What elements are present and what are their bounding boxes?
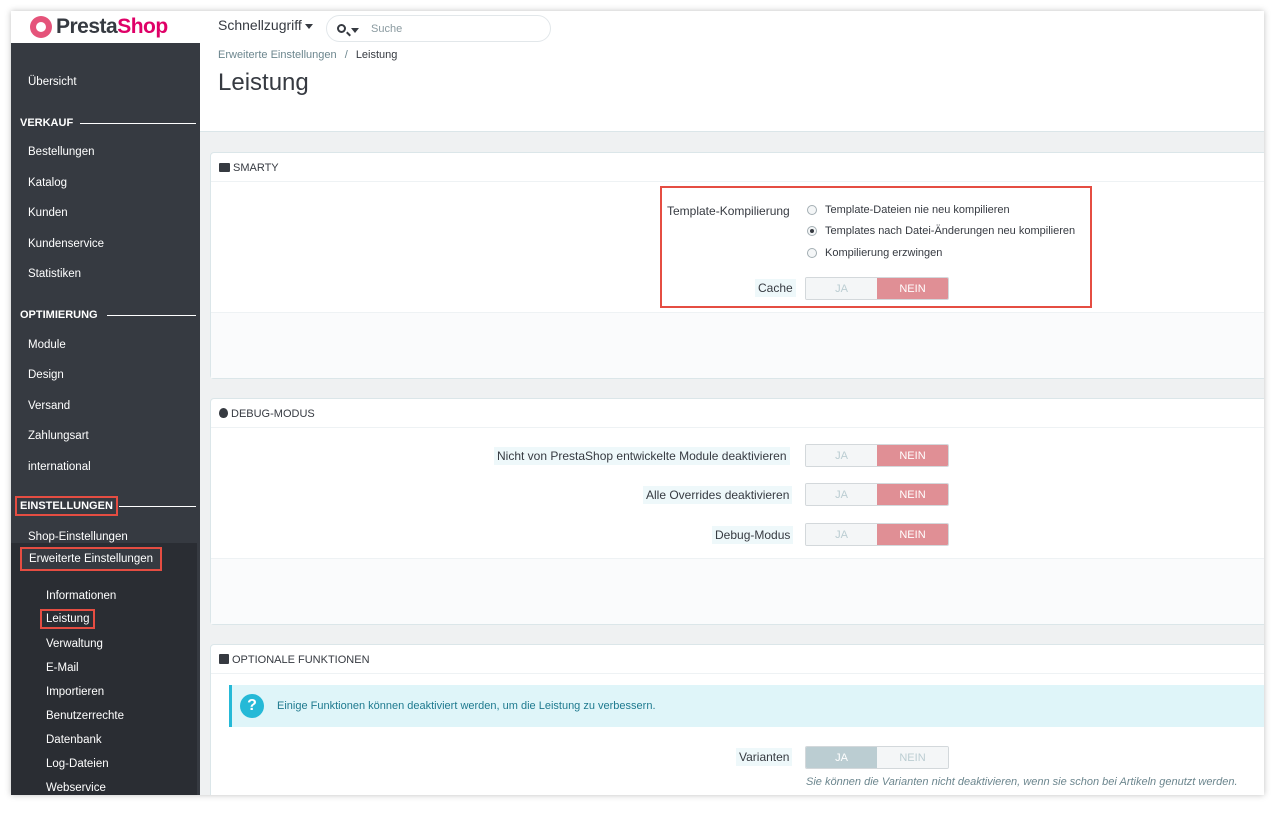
sidebar-subitem-email[interactable]: E-Mail	[46, 662, 79, 674]
switch-yes[interactable]: JA	[806, 445, 877, 466]
logo-bar: PrestaShop	[11, 11, 200, 43]
search-icon[interactable]	[337, 24, 346, 33]
panel-heading: OPTIONALE FUNKTIONEN	[211, 645, 1264, 674]
question-icon: ?	[240, 694, 264, 718]
switch-no[interactable]: NEIN	[877, 747, 948, 768]
panel-smarty: SMARTY Template-Kompilierung Template-Da…	[210, 152, 1264, 379]
switch-yes[interactable]: JA	[806, 747, 877, 768]
sidebar-item-shop-settings[interactable]: Shop-Einstellungen	[28, 531, 128, 543]
sidebar-item-statistics[interactable]: Statistiken	[28, 268, 81, 280]
search-input[interactable]	[371, 20, 541, 38]
switch-no[interactable]: NEIN	[877, 524, 948, 545]
panel-footer	[211, 312, 1264, 378]
search-box	[326, 15, 551, 42]
puzzle-icon	[219, 654, 229, 664]
variants-label: Varianten	[736, 748, 793, 766]
sidebar-item-overview[interactable]: Übersicht	[28, 76, 77, 88]
panel-debug: DEBUG-MODUS Nicht von PrestaShop entwick…	[210, 398, 1264, 625]
label-text: Nicht von PrestaShop entwickelte Module …	[494, 447, 790, 465]
panel-footer	[211, 558, 1264, 624]
sidebar-subitem-administration[interactable]: Verwaltung	[46, 638, 103, 650]
quick-access-label: Schnellzugriff	[218, 17, 302, 33]
section-label: VERKAUF	[20, 117, 74, 129]
sidebar-section-optimize: OPTIMIERUNG	[20, 309, 196, 321]
sidebar-subitem-permissions[interactable]: Benutzerrechte	[46, 710, 124, 722]
sidebar-subitem-import[interactable]: Importieren	[46, 686, 104, 698]
info-text: Einige Funktionen können deaktiviert wer…	[277, 700, 656, 712]
section-label[interactable]: EINSTELLUNGEN	[15, 496, 118, 516]
quick-access-dropdown[interactable]: Schnellzugriff	[218, 17, 313, 33]
sidebar-subitem-performance[interactable]: Leistung	[40, 609, 96, 629]
switch-no[interactable]: NEIN	[877, 445, 948, 466]
highlight-box	[660, 186, 1092, 308]
sidebar-section-settings: EINSTELLUNGEN	[15, 496, 196, 516]
section-divider	[80, 123, 196, 124]
label-text: Varianten	[736, 748, 793, 766]
variants-help-text: Sie können die Varianten nicht deaktivie…	[806, 776, 1238, 788]
briefcase-icon	[219, 163, 230, 172]
section-divider	[107, 315, 196, 316]
sidebar-item-modules[interactable]: Module	[28, 339, 66, 351]
page-title: Leistung	[218, 69, 309, 96]
switch-yes[interactable]: JA	[806, 524, 877, 545]
sidebar-item-international[interactable]: international	[28, 461, 91, 473]
caret-down-icon	[304, 23, 313, 29]
sidebar-item-payment[interactable]: Zahlungsart	[28, 430, 89, 442]
app-window: PrestaShop Übersicht VERKAUF Bestellunge…	[11, 11, 1264, 795]
panel-heading: SMARTY	[211, 153, 1264, 182]
disable-overrides-switch[interactable]: JA NEIN	[805, 483, 949, 506]
info-alert: ? Einige Funktionen können deaktiviert w…	[229, 685, 1264, 727]
debug-mode-switch[interactable]: JA NEIN	[805, 523, 949, 546]
section-divider	[119, 506, 196, 507]
breadcrumb-current: Leistung	[355, 49, 398, 61]
sidebar-item-advanced-settings[interactable]: Erweiterte Einstellungen	[20, 547, 163, 571]
sidebar-item-shipping[interactable]: Versand	[28, 400, 70, 412]
breadcrumb-parent[interactable]: Erweiterte Einstellungen	[218, 49, 337, 61]
panel-title: SMARTY	[233, 162, 279, 174]
panel-heading: DEBUG-MODUS	[211, 399, 1264, 428]
disable-non-native-modules-label: Nicht von PrestaShop entwickelte Module …	[494, 447, 790, 465]
logo[interactable]: PrestaShop	[56, 15, 168, 39]
sidebar: Übersicht VERKAUF Bestellungen Katalog K…	[11, 43, 200, 795]
label-text: Alle Overrides deaktivieren	[643, 486, 793, 504]
sidebar-subitem-logs[interactable]: Log-Dateien	[46, 758, 109, 770]
sidebar-item-orders[interactable]: Bestellungen	[28, 146, 95, 158]
bug-icon	[219, 408, 228, 418]
logo-shop-text: Shop	[117, 15, 168, 38]
debug-mode-label: Debug-Modus	[712, 526, 794, 544]
breadcrumb-separator: /	[344, 49, 348, 61]
sidebar-item-design[interactable]: Design	[28, 369, 64, 381]
logo-presta-text: Presta	[56, 15, 118, 38]
variants-switch[interactable]: JA NEIN	[805, 746, 949, 769]
caret-down-icon[interactable]	[351, 28, 359, 33]
sidebar-subitem-webservice[interactable]: Webservice	[46, 782, 106, 794]
sidebar-subpanel: Informationen Leistung Verwaltung E-Mail…	[11, 543, 197, 795]
breadcrumb: Erweiterte Einstellungen / Leistung	[218, 49, 397, 61]
sidebar-subitem-database[interactable]: Datenbank	[46, 734, 102, 746]
sidebar-subitem-information[interactable]: Informationen	[46, 590, 116, 602]
panel-title: DEBUG-MODUS	[231, 408, 315, 420]
switch-no[interactable]: NEIN	[877, 484, 948, 505]
section-label: OPTIMIERUNG	[20, 309, 98, 321]
sidebar-item-customer-service[interactable]: Kundenservice	[28, 238, 104, 250]
switch-yes[interactable]: JA	[806, 484, 877, 505]
panel-optional-features: OPTIONALE FUNKTIONEN ? Einige Funktionen…	[210, 644, 1264, 795]
disable-non-native-modules-switch[interactable]: JA NEIN	[805, 444, 949, 467]
disable-overrides-label: Alle Overrides deaktivieren	[643, 486, 793, 504]
sidebar-section-sales: VERKAUF	[20, 117, 196, 129]
label-text: Debug-Modus	[712, 526, 794, 544]
header: Schnellzugriff Erweiterte Einstellungen …	[200, 11, 1264, 132]
prestashop-logo-icon	[30, 16, 52, 38]
sidebar-item-catalog[interactable]: Katalog	[28, 177, 67, 189]
panel-title: OPTIONALE FUNKTIONEN	[232, 654, 370, 666]
sidebar-item-customers[interactable]: Kunden	[28, 207, 68, 219]
